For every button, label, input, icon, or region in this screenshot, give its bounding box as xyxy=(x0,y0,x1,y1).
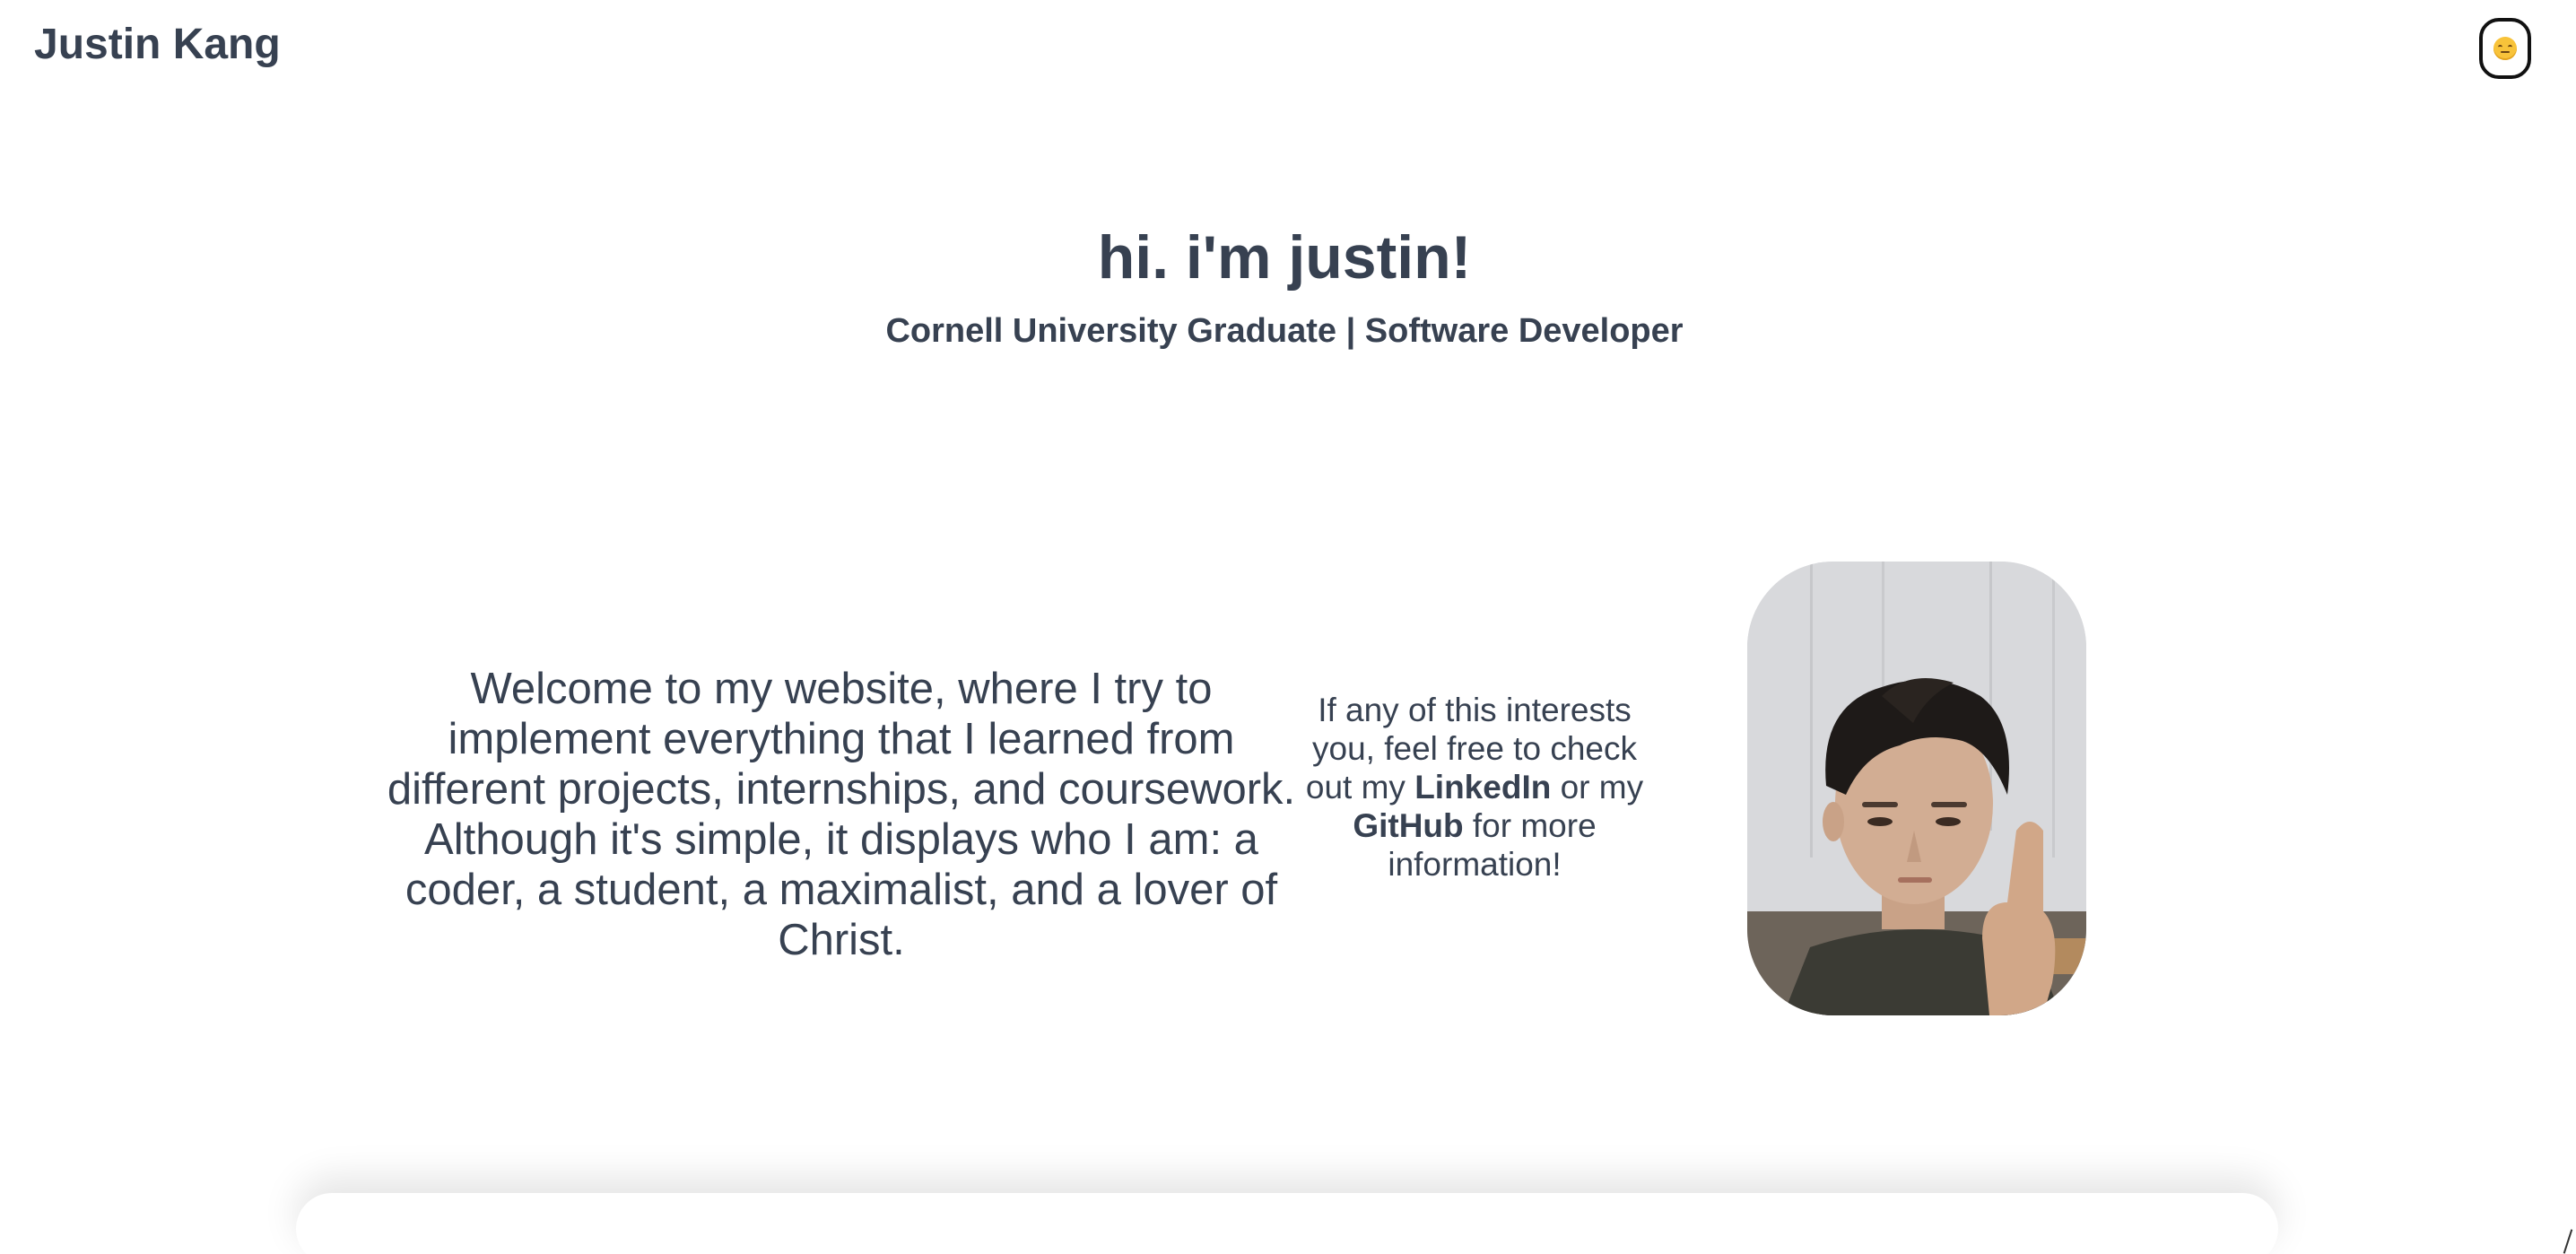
contact-text-middle: or my xyxy=(1551,769,1644,806)
site-name-link[interactable]: Justin Kang xyxy=(34,20,281,69)
footer-card-edge xyxy=(296,1193,2278,1254)
linkedin-link[interactable]: LinkedIn xyxy=(1414,769,1551,806)
hero-subtitle: Cornell University Graduate | Software D… xyxy=(885,312,1684,350)
hero-title: hi. i'm justin! xyxy=(1097,223,1472,292)
emoji-face-icon xyxy=(2493,37,2517,60)
theme-toggle-button[interactable] xyxy=(2479,18,2531,79)
contact-text: If any of this interests you, feel free … xyxy=(1302,691,1647,884)
corner-divider xyxy=(2563,1229,2573,1254)
page: Justin Kang hi. i'm justin! Cornell Univ… xyxy=(0,0,2576,1254)
welcome-text: Welcome to my website, where I try to im… xyxy=(387,665,1296,964)
github-link[interactable]: GitHub xyxy=(1353,807,1463,844)
profile-photo xyxy=(1747,562,2086,1015)
